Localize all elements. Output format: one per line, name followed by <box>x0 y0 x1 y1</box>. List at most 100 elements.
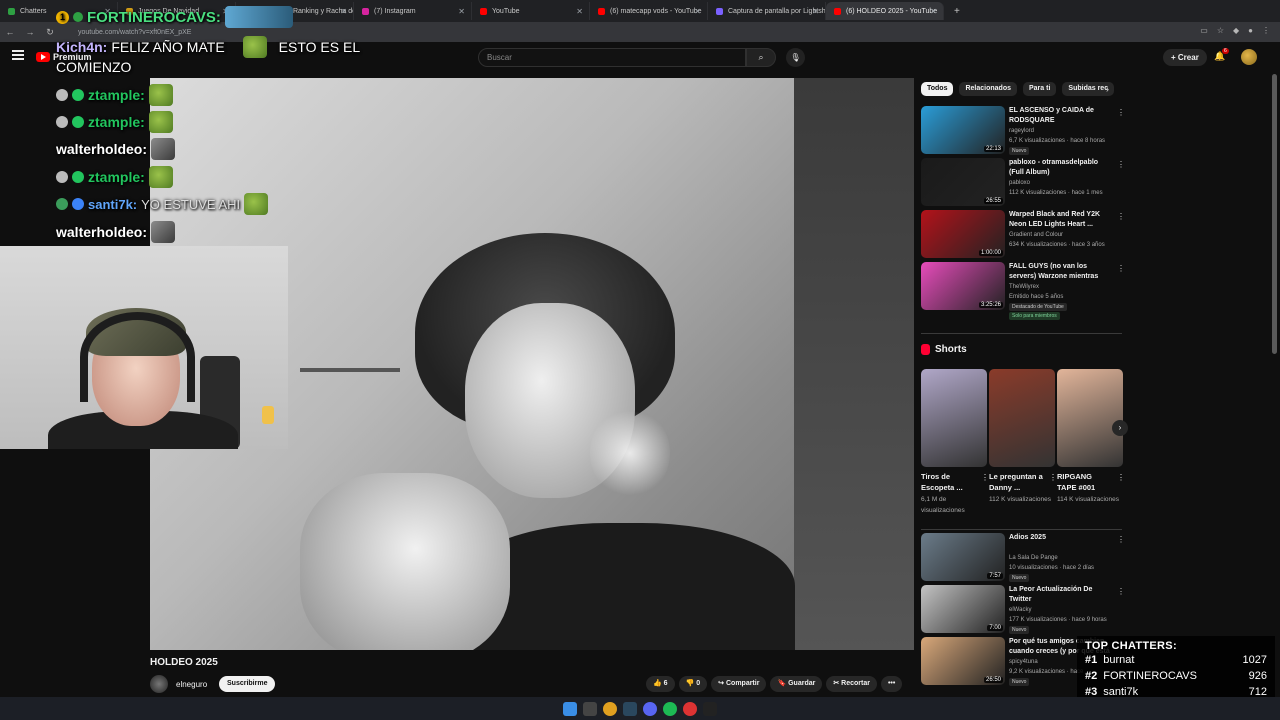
forward-icon[interactable]: → <box>20 27 40 37</box>
browser-tab[interactable]: YouTube ✕ <box>472 2 590 20</box>
channel-name[interactable]: elneguro <box>176 680 207 689</box>
recommended-video[interactable]: 3:25:26 FALL GUYS (no van los servers) Wa… <box>921 262 1125 320</box>
channel-name[interactable]: rageylord <box>1009 126 1119 136</box>
video-title[interactable]: La Peor Actualización De Twitter <box>1009 585 1113 605</box>
menu-icon[interactable]: ⋮ <box>1262 26 1270 35</box>
tab-close-icon[interactable]: ✕ <box>340 7 347 16</box>
short-thumbnail[interactable] <box>989 369 1055 467</box>
create-button[interactable]: + Crear <box>1163 49 1207 66</box>
video-title[interactable]: FALL GUYS (no van los servers) Warzone m… <box>1009 262 1113 282</box>
tab-close-icon[interactable]: ✕ <box>222 7 229 16</box>
more-options-icon[interactable]: ⋮ <box>1117 160 1125 169</box>
short-title[interactable]: Le preguntan a Danny ... <box>989 471 1045 493</box>
recommended-video[interactable]: 1:00:00 Warped Black and Red Y2K Neon LED… <box>921 210 1125 260</box>
chrome-icon[interactable] <box>603 701 617 716</box>
short-title[interactable]: RIPGANG TAPE #001 <box>1057 471 1113 493</box>
chip-2[interactable]: Para ti <box>1023 82 1057 96</box>
subscribe-button[interactable]: Suscribirme <box>219 676 276 692</box>
obs-icon[interactable] <box>703 701 717 716</box>
extension-icon[interactable]: ◆ <box>1233 26 1239 35</box>
short-card[interactable]: Tiros de Escopeta ... 6,1 M de visualizac… <box>921 369 989 516</box>
discord-icon[interactable] <box>643 701 657 716</box>
spotify-icon[interactable] <box>663 701 677 716</box>
video-title[interactable]: Warped Black and Red Y2K Neon LED Lights… <box>1009 210 1113 230</box>
channel-name[interactable]: elWacky <box>1009 605 1119 615</box>
more-options-icon[interactable]: ⋮ <box>1117 108 1125 117</box>
tab-close-icon[interactable]: ✕ <box>694 7 701 16</box>
reload-icon[interactable]: ↻ <box>40 27 60 38</box>
video-thumbnail[interactable]: 26:50 <box>921 637 1005 685</box>
video-thumbnail[interactable]: 7:00 <box>921 585 1005 633</box>
channel-name[interactable]: pabloxo <box>1009 178 1119 188</box>
new-tab-button[interactable]: + <box>954 6 960 17</box>
browser-tab[interactable]: (7) Instagram ✕ <box>354 2 472 20</box>
steam-icon[interactable] <box>623 701 637 716</box>
shorts-next-button[interactable]: › <box>1112 420 1128 436</box>
app-icon[interactable] <box>683 701 697 716</box>
page-scrollbar[interactable] <box>1272 74 1277 354</box>
url-field[interactable]: youtube.com/watch?v=xft0nEX_pXE <box>78 29 191 36</box>
video-thumbnail[interactable]: 22:13 <box>921 106 1005 154</box>
short-card[interactable]: Le preguntan a Danny ... 112 K visualizac… <box>989 369 1057 505</box>
more-actions-button[interactable]: ••• <box>880 676 903 692</box>
youtube-logo[interactable]: Premium <box>36 52 92 62</box>
tab-close-icon[interactable]: ✕ <box>812 7 819 16</box>
more-options-icon[interactable]: ⋮ <box>1117 587 1125 596</box>
short-thumbnail[interactable] <box>921 369 987 467</box>
channel-avatar[interactable] <box>150 675 168 693</box>
channel-name[interactable]: Gradient and Colour <box>1009 230 1119 240</box>
tab-close-icon[interactable]: ✕ <box>930 7 937 16</box>
more-options-icon[interactable]: ⋮ <box>1117 535 1125 544</box>
share-button[interactable]: ↪ Compartir <box>711 676 767 692</box>
voice-search-button[interactable]: 🎙 <box>786 48 805 67</box>
account-avatar[interactable] <box>1241 49 1257 65</box>
back-icon[interactable]: ← <box>0 27 20 37</box>
short-thumbnail[interactable] <box>1057 369 1123 467</box>
recommended-video[interactable]: 26:55 pabloxo - otramasdelpablo (Full Alb… <box>921 158 1125 208</box>
more-options-icon[interactable]: ⋮ <box>1117 473 1125 482</box>
tab-close-icon[interactable]: ✕ <box>576 7 583 16</box>
short-card[interactable]: RIPGANG TAPE #001 114 K visualizaciones ⋮ <box>1057 369 1125 505</box>
cast-icon[interactable]: ▭ <box>1200 26 1208 35</box>
browser-tab[interactable]: Captura de pantalla por Lightsh ✕ <box>708 2 826 20</box>
short-title[interactable]: Tiros de Escopeta ... <box>921 471 977 493</box>
chip-1[interactable]: Relacionados <box>959 82 1017 96</box>
video-thumbnail[interactable]: 7:57 <box>921 533 1005 581</box>
recommended-video[interactable]: 7:57 Adios 2025 La Sala De Pange 10 visuali… <box>921 533 1125 583</box>
browser-tab[interactable]: Juegos De Navidad ✕ <box>118 2 236 20</box>
video-thumbnail[interactable]: 1:00:00 <box>921 210 1005 258</box>
video-title[interactable]: EL ASCENSO y CAIDA de RODSQUARE <box>1009 106 1113 126</box>
save-button[interactable]: 🔖 Guardar <box>770 676 823 692</box>
clip-button[interactable]: ✂ Recortar <box>826 676 877 692</box>
tab-close-icon[interactable]: ✕ <box>458 7 465 16</box>
video-title[interactable]: Adios 2025 <box>1009 533 1113 543</box>
more-options-icon[interactable]: ⋮ <box>981 473 989 482</box>
browser-tab[interactable]: matecapp - Ranking y Racha de ✕ <box>236 2 354 20</box>
recommended-video[interactable]: 7:00 La Peor Actualización De Twitter elWa… <box>921 585 1125 635</box>
tab-close-icon[interactable]: ✕ <box>104 7 111 16</box>
chip-0[interactable]: Todos <box>921 82 954 96</box>
browser-tab[interactable]: Chatters ✕ <box>0 2 118 20</box>
search-taskbar-icon[interactable] <box>583 701 597 716</box>
video-title[interactable]: pabloxo - otramasdelpablo (Full Album) <box>1009 158 1113 178</box>
channel-name[interactable]: TheWilyrex <box>1009 282 1119 292</box>
browser-tab[interactable]: (6) matecapp vods - YouTube ✕ <box>590 2 708 20</box>
recommended-video[interactable]: 22:13 EL ASCENSO y CAIDA de RODSQUARE rage… <box>921 106 1125 156</box>
more-options-icon[interactable]: ⋮ <box>1117 264 1125 273</box>
channel-name[interactable]: La Sala De Pange <box>1009 553 1119 563</box>
search-input[interactable]: Buscar <box>478 48 746 67</box>
star-icon[interactable]: ☆ <box>1217 26 1224 35</box>
profile-icon[interactable]: ● <box>1248 26 1253 35</box>
windows-start-icon[interactable] <box>563 701 577 716</box>
chevron-right-icon[interactable]: › <box>1106 84 1109 94</box>
hamburger-menu-icon[interactable] <box>12 50 24 60</box>
new-badge: Nuevo <box>1009 574 1030 582</box>
dislike-button[interactable]: 👎 0 <box>678 676 708 692</box>
video-thumbnail[interactable]: 3:25:26 <box>921 262 1005 310</box>
like-button[interactable]: 👍 6 <box>646 676 675 692</box>
more-options-icon[interactable]: ⋮ <box>1117 212 1125 221</box>
more-options-icon[interactable]: ⋮ <box>1049 473 1057 482</box>
video-thumbnail[interactable]: 26:55 <box>921 158 1005 206</box>
browser-tab[interactable]: (6) HOLDEO 2025 - YouTube ✕ <box>826 2 944 20</box>
search-button[interactable]: ⌕ <box>746 48 776 67</box>
